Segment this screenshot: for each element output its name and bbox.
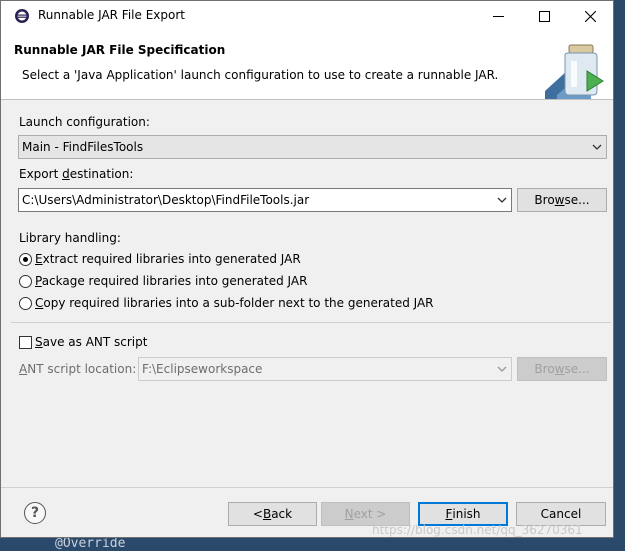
export-destination-value: C:\Users\Administrator\Desktop\FindFileT… [22, 193, 310, 207]
wizard-banner: Runnable JAR File Specification Select a… [1, 31, 613, 100]
chevron-down-icon [592, 144, 602, 150]
footer-divider [1, 487, 613, 488]
maximize-button[interactable] [521, 1, 567, 31]
radio-package-label: Package required libraries into generate… [35, 274, 308, 288]
radio-copy-libraries[interactable] [19, 297, 32, 310]
chevron-down-icon [497, 197, 507, 203]
page-description: Select a 'Java Application' launch confi… [22, 68, 499, 82]
section-divider [11, 322, 611, 323]
radio-extract-label: Extract required libraries into generate… [35, 252, 301, 266]
export-dialog: Runnable JAR File Export Runnable JAR Fi… [0, 0, 614, 538]
jar-export-icon [545, 44, 604, 99]
close-button[interactable] [567, 1, 613, 31]
help-icon[interactable]: ? [24, 502, 46, 524]
launch-config-value: Main - FindFilesTools [22, 140, 144, 154]
close-icon [584, 10, 596, 22]
export-browse-button[interactable]: Bro w se... [517, 188, 607, 212]
window-title: Runnable JAR File Export [38, 8, 185, 22]
page-title: Runnable JAR File Specification [14, 43, 226, 57]
save-ant-script-label: Save as ANT script [35, 335, 148, 349]
maximize-icon [538, 10, 550, 22]
ant-location-input[interactable]: F:\Eclipseworkspace [138, 357, 512, 381]
editor-background-code: @Override [55, 536, 126, 551]
chevron-down-icon [497, 366, 507, 372]
ant-location-label: ANT script location: [19, 362, 137, 376]
radio-extract-libraries[interactable] [19, 253, 32, 266]
export-destination-label: Export destination: [19, 167, 134, 181]
launch-config-label: Launch configuration: [19, 115, 150, 129]
watermark-text: https://blog.csdn.net/qq_36270361 [372, 523, 583, 537]
minimize-icon [492, 15, 504, 17]
library-handling-label: Library handling: [19, 231, 121, 245]
save-ant-script-checkbox[interactable] [19, 336, 32, 349]
radio-copy-label: Copy required libraries into a sub-folde… [35, 296, 434, 310]
launch-config-select[interactable]: Main - FindFilesTools [18, 135, 607, 159]
export-destination-input[interactable]: C:\Users\Administrator\Desktop\FindFileT… [18, 188, 512, 212]
title-bar: Runnable JAR File Export [1, 1, 613, 31]
eclipse-icon [15, 9, 29, 23]
minimize-button[interactable] [475, 1, 521, 31]
ant-browse-button[interactable]: Bro w se... [517, 357, 607, 381]
radio-package-libraries[interactable] [19, 275, 32, 288]
back-button[interactable]: < Back [228, 502, 317, 526]
ant-location-value: F:\Eclipseworkspace [142, 362, 263, 376]
